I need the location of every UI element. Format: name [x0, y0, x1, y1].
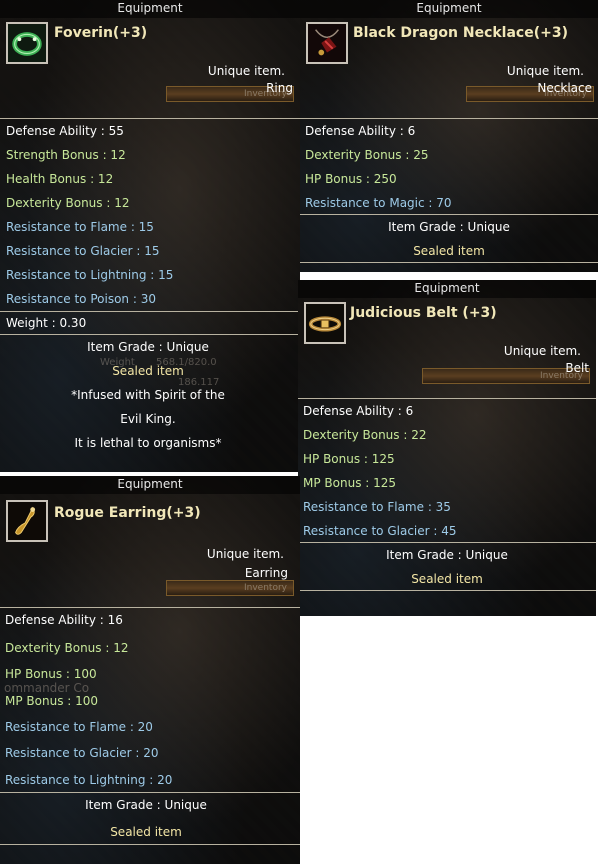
tooltip-header: Equipment [300, 0, 598, 18]
divider [0, 118, 300, 119]
stat-line: Resistance to Lightning : 20 [5, 773, 173, 787]
stat-line: Dexterity Bonus : 25 [305, 148, 429, 162]
necklace-icon [306, 22, 348, 64]
divider [0, 334, 300, 335]
defense-stat: Defense Ability : 16 [5, 613, 123, 627]
item-name: Rogue Earring(+3) [54, 505, 201, 521]
item-name: Foverin(+3) [54, 25, 148, 41]
sealed-label: Sealed item [110, 825, 182, 839]
item-name: Judicious Belt (+3) [350, 305, 497, 321]
stat-line: Resistance to Glacier : 45 [303, 524, 457, 538]
tooltip-necklace: Equipment Black Dragon Necklace(+3) Uniq… [300, 0, 598, 272]
stat-line: Resistance to Flame : 35 [303, 500, 451, 514]
stat-line: Health Bonus : 12 [6, 172, 114, 186]
bg-commander-text: ommander Co [4, 681, 90, 695]
stat-line: HP Bonus : 100 [5, 667, 97, 681]
divider [0, 311, 300, 312]
tooltip-header: Equipment [0, 476, 300, 494]
divider [0, 844, 300, 845]
ring-icon [6, 22, 48, 64]
stat-line: Dexterity Bonus : 12 [6, 196, 130, 210]
description-line: It is lethal to organisms* [74, 436, 222, 450]
slot-label: Belt [565, 361, 589, 375]
divider [298, 590, 596, 591]
divider [0, 792, 300, 793]
item-grade: Item Grade : Unique [386, 548, 508, 562]
divider [298, 398, 596, 399]
stat-line: MP Bonus : 125 [303, 476, 397, 490]
divider [298, 542, 596, 543]
unique-label: Unique item. [206, 547, 284, 561]
divider [300, 118, 598, 119]
divider [300, 214, 598, 215]
tooltip-header: Equipment [298, 280, 596, 298]
item-grade: Item Grade : Unique [85, 798, 207, 812]
stat-line: Dexterity Bonus : 12 [5, 641, 129, 655]
stat-line: Resistance to Poison : 30 [6, 292, 156, 306]
description-line: *Infused with Spirit of the [71, 388, 225, 402]
stat-line: HP Bonus : 250 [305, 172, 397, 186]
weight-stat: Weight : 0.30 [6, 316, 87, 330]
sealed-label: Sealed item [411, 572, 483, 586]
earring-icon [6, 500, 48, 542]
sealed-label: Sealed item [112, 364, 184, 378]
unique-label: Unique item. [503, 344, 581, 358]
description-line: Evil King. [120, 412, 176, 426]
stat-line: Resistance to Magic : 70 [305, 196, 452, 210]
defense-stat: Defense Ability : 6 [305, 124, 416, 138]
inventory-bar: Inventory [166, 580, 294, 596]
tooltip-belt: Equipment Judicious Belt (+3) Unique ite… [298, 280, 596, 616]
belt-icon [304, 302, 346, 344]
unique-label: Unique item. [207, 64, 285, 78]
stat-line: Resistance to Glacier : 20 [5, 746, 159, 760]
item-grade: Item Grade : Unique [87, 340, 209, 354]
defense-stat: Defense Ability : 55 [6, 124, 124, 138]
tooltip-earring: Equipment Rogue Earring(+3) Unique item.… [0, 476, 300, 864]
item-name: Black Dragon Necklace(+3) [353, 25, 568, 41]
divider [300, 262, 598, 263]
stat-line: Resistance to Glacier : 15 [6, 244, 160, 258]
stat-line: MP Bonus : 100 [5, 694, 99, 708]
divider [0, 607, 300, 608]
inventory-label: Inventory [244, 583, 287, 593]
bg-coordinates: 186.117 [178, 377, 220, 388]
slot-label: Ring [266, 81, 293, 95]
stat-line: Dexterity Bonus : 22 [303, 428, 427, 442]
defense-stat: Defense Ability : 6 [303, 404, 414, 418]
stat-line: Resistance to Lightning : 15 [6, 268, 174, 282]
sealed-label: Sealed item [413, 244, 485, 258]
tooltip-header: Equipment [0, 0, 300, 18]
slot-label: Necklace [537, 81, 592, 95]
tooltip-foverin: Equipment Foverin(+3) Unique item. Inven… [0, 0, 300, 472]
unique-label: Unique item. [506, 64, 584, 78]
item-grade: Item Grade : Unique [388, 220, 510, 234]
stat-line: Resistance to Flame : 20 [5, 720, 153, 734]
stat-line: Resistance to Flame : 15 [6, 220, 154, 234]
stat-line: HP Bonus : 125 [303, 452, 395, 466]
slot-label: Earring [244, 566, 288, 580]
stat-line: Strength Bonus : 12 [6, 148, 126, 162]
